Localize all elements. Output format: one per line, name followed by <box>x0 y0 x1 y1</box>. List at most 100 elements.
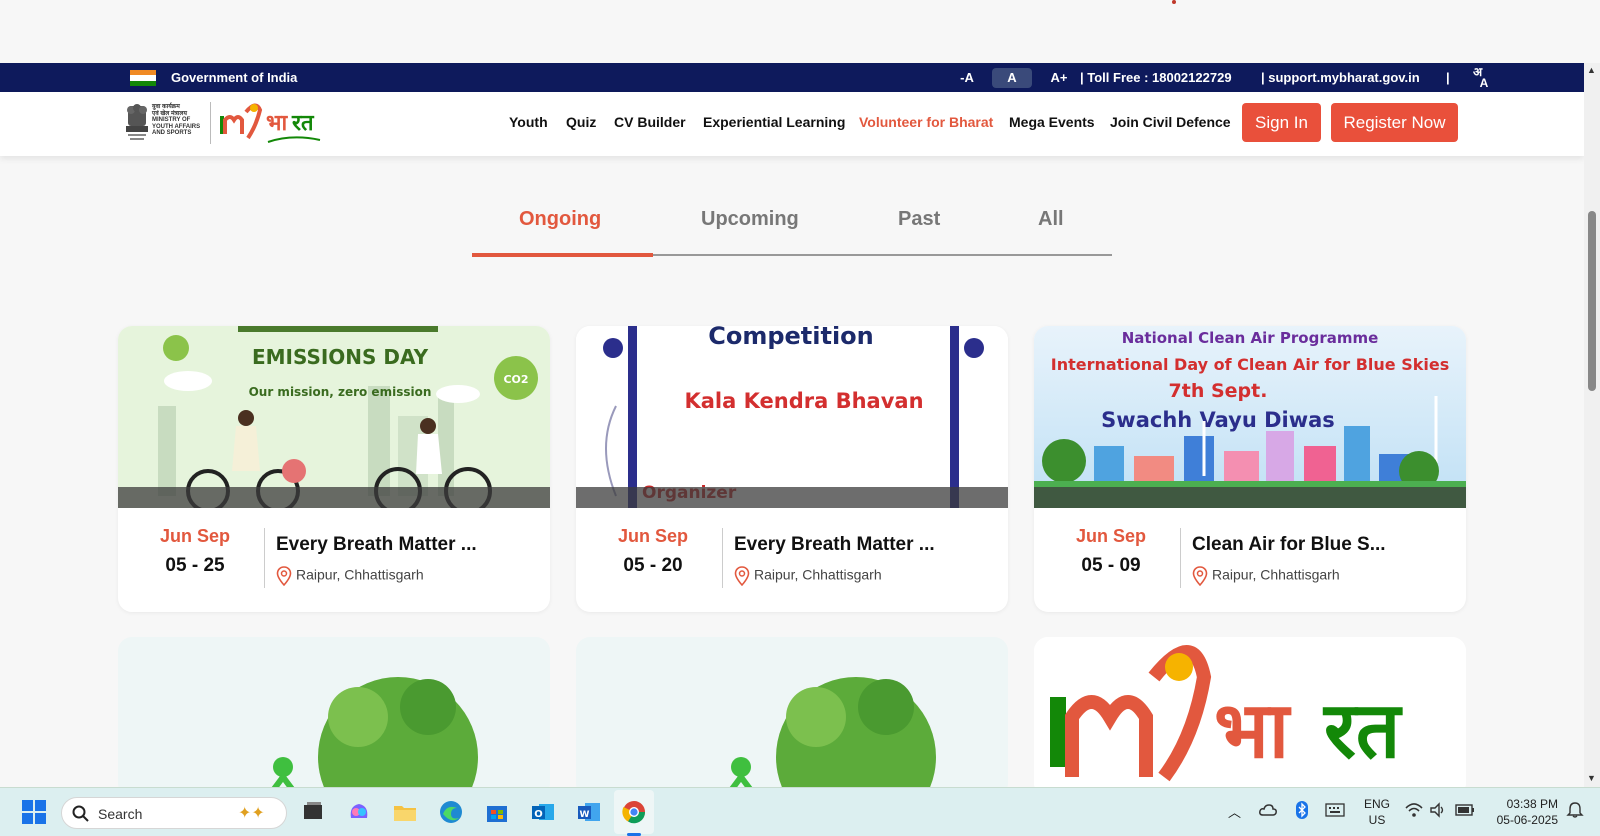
india-flag-icon <box>130 70 156 86</box>
language-icon[interactable]: अ A <box>1473 66 1488 89</box>
support-link[interactable]: | support.mybharat.gov.in <box>1261 70 1420 85</box>
logo-divider <box>210 102 211 144</box>
event-months: Jun Sep <box>1075 526 1146 546</box>
event-days: 05 - 20 <box>623 555 683 576</box>
event-banner <box>576 637 1008 797</box>
tab-all[interactable]: All <box>1038 208 1064 231</box>
tab-ongoing[interactable]: Ongoing <box>519 208 601 231</box>
register-now-button[interactable]: Register Now <box>1331 103 1458 142</box>
nav-volunteer-for-bharat[interactable]: Volunteer for Bharat <box>859 114 993 130</box>
wifi-icon[interactable] <box>1405 802 1423 818</box>
bluetooth-icon[interactable] <box>1296 801 1308 819</box>
copilot-icon[interactable] <box>345 798 373 826</box>
event-card[interactable]: Competition Kala Kendra Bhavan Organizer… <box>576 326 1008 612</box>
location-pin-icon <box>734 566 750 586</box>
svg-text:भा: भा <box>1214 686 1292 776</box>
tab-past[interactable]: Past <box>898 208 940 231</box>
microsoft-store-icon[interactable] <box>483 798 511 826</box>
event-tabs: Ongoing Upcoming Past All <box>472 200 1112 258</box>
toll-free-number: | Toll Free : 18002122729 <box>1080 70 1232 85</box>
event-banner <box>118 637 550 797</box>
volume-icon[interactable] <box>1429 802 1447 818</box>
tab-upcoming[interactable]: Upcoming <box>701 208 799 231</box>
main-header: युवा कार्यक्रम एवं खेल मंत्रालय MINISTRY… <box>0 92 1584 156</box>
outlook-icon[interactable]: O <box>529 798 557 826</box>
event-dates: Jun Sep 05 - 20 <box>576 526 730 577</box>
banner-heading: International Day of Clean Air for Blue … <box>1051 355 1450 374</box>
bar-divider: | <box>1446 70 1450 85</box>
event-days: 05 - 25 <box>165 555 225 576</box>
chevron-up-icon[interactable]: ︿ <box>1228 802 1241 821</box>
tab-active-indicator <box>472 253 653 257</box>
scrollbar-thumb[interactable] <box>1588 211 1596 391</box>
national-emblem-icon <box>126 104 148 140</box>
ministry-name: युवा कार्यक्रम एवं खेल मंत्रालय MINISTRY… <box>152 104 201 136</box>
word-icon[interactable]: W <box>575 798 603 826</box>
event-banner: Competition Kala Kendra Bhavan Organizer <box>576 326 1008 508</box>
nav-experiential-learning[interactable]: Experiential Learning <box>703 114 845 130</box>
edge-browser-icon[interactable] <box>437 798 465 826</box>
task-view-icon[interactable] <box>299 798 327 826</box>
copilot-sparkle-icon: ✦✦ <box>238 805 265 822</box>
svg-text:भा: भा <box>266 111 288 136</box>
page-scrollbar[interactable]: ▲ ▼ <box>1584 63 1600 787</box>
keyboard-icon[interactable] <box>1325 803 1345 817</box>
scroll-down-icon[interactable]: ▼ <box>1587 773 1596 783</box>
banner-programme: National Clean Air Programme <box>1122 329 1379 347</box>
svg-text:रत: रत <box>1322 686 1403 776</box>
font-increase-button[interactable]: A+ <box>1046 68 1072 88</box>
sign-in-button[interactable]: Sign In <box>1242 103 1321 142</box>
banner-subheading: Swachh Vayu Diwas <box>1101 408 1335 432</box>
notification-bell-icon[interactable] <box>1566 801 1584 819</box>
event-months: Jun Sep <box>159 526 230 546</box>
battery-icon[interactable] <box>1455 803 1475 817</box>
card-divider <box>264 528 265 588</box>
event-banner: National Clean Air Programme Internation… <box>1034 326 1466 508</box>
nav-cv-builder[interactable]: CV Builder <box>614 114 686 130</box>
event-title[interactable]: Clean Air for Blue S... <box>1192 534 1386 556</box>
banner-heading: Competition <box>708 326 874 350</box>
windows-taskbar: Search ✦✦ O W ︿ ENG US 03:38 PM 05-06-20… <box>0 787 1600 836</box>
page-dot <box>1172 0 1176 4</box>
banner-date: 7th Sept. <box>1169 380 1268 402</box>
co2-badge: CO2 <box>503 373 528 386</box>
event-banner: CO2 EMISSIONS DAY Our mission, zero emis… <box>118 326 550 508</box>
event-location: Raipur, Chhattisgarh <box>734 566 882 586</box>
mybharat-logo[interactable]: भा रत <box>218 98 322 150</box>
system-clock[interactable]: 03:38 PM 05-06-2025 <box>1488 796 1558 828</box>
svg-text:W: W <box>580 810 590 820</box>
taskbar-search[interactable]: Search ✦✦ <box>61 797 287 829</box>
event-days: 05 - 09 <box>1081 555 1141 576</box>
event-title[interactable]: Every Breath Matter ... <box>734 534 935 556</box>
nav-quiz[interactable]: Quiz <box>566 114 596 130</box>
svg-text:रत: रत <box>291 111 315 136</box>
nav-youth[interactable]: Youth <box>509 114 548 130</box>
banner-subheading: Kala Kendra Bhavan <box>684 389 923 413</box>
svg-text:O: O <box>534 809 543 820</box>
event-title[interactable]: Every Breath Matter ... <box>276 534 477 556</box>
event-card[interactable] <box>118 637 550 797</box>
font-decrease-button[interactable]: -A <box>955 68 979 88</box>
event-card[interactable]: National Clean Air Programme Internation… <box>1034 326 1466 612</box>
file-explorer-icon[interactable] <box>391 798 419 826</box>
location-pin-icon <box>276 566 292 586</box>
scroll-up-icon[interactable]: ▲ <box>1587 65 1596 75</box>
mybharat-logo: भा रत <box>1034 637 1466 797</box>
nav-join-civil-defence[interactable]: Join Civil Defence <box>1110 114 1231 130</box>
banner-heading: EMISSIONS DAY <box>252 345 429 369</box>
event-location: Raipur, Chhattisgarh <box>1192 566 1340 586</box>
event-card[interactable]: भा रत <box>1034 637 1466 797</box>
chrome-icon[interactable] <box>620 798 648 826</box>
event-months: Jun Sep <box>617 526 688 546</box>
language-indicator[interactable]: ENG US <box>1361 796 1393 828</box>
event-location: Raipur, Chhattisgarh <box>276 566 424 586</box>
windows-start-icon[interactable] <box>20 798 48 826</box>
search-icon <box>72 805 89 822</box>
card-divider <box>1180 528 1181 588</box>
onedrive-cloud-icon[interactable] <box>1259 803 1277 817</box>
event-card[interactable]: CO2 EMISSIONS DAY Our mission, zero emis… <box>118 326 550 612</box>
search-placeholder: Search <box>98 806 143 822</box>
event-card[interactable] <box>576 637 1008 797</box>
font-normal-button[interactable]: A <box>992 68 1032 88</box>
nav-mega-events[interactable]: Mega Events <box>1009 114 1095 130</box>
